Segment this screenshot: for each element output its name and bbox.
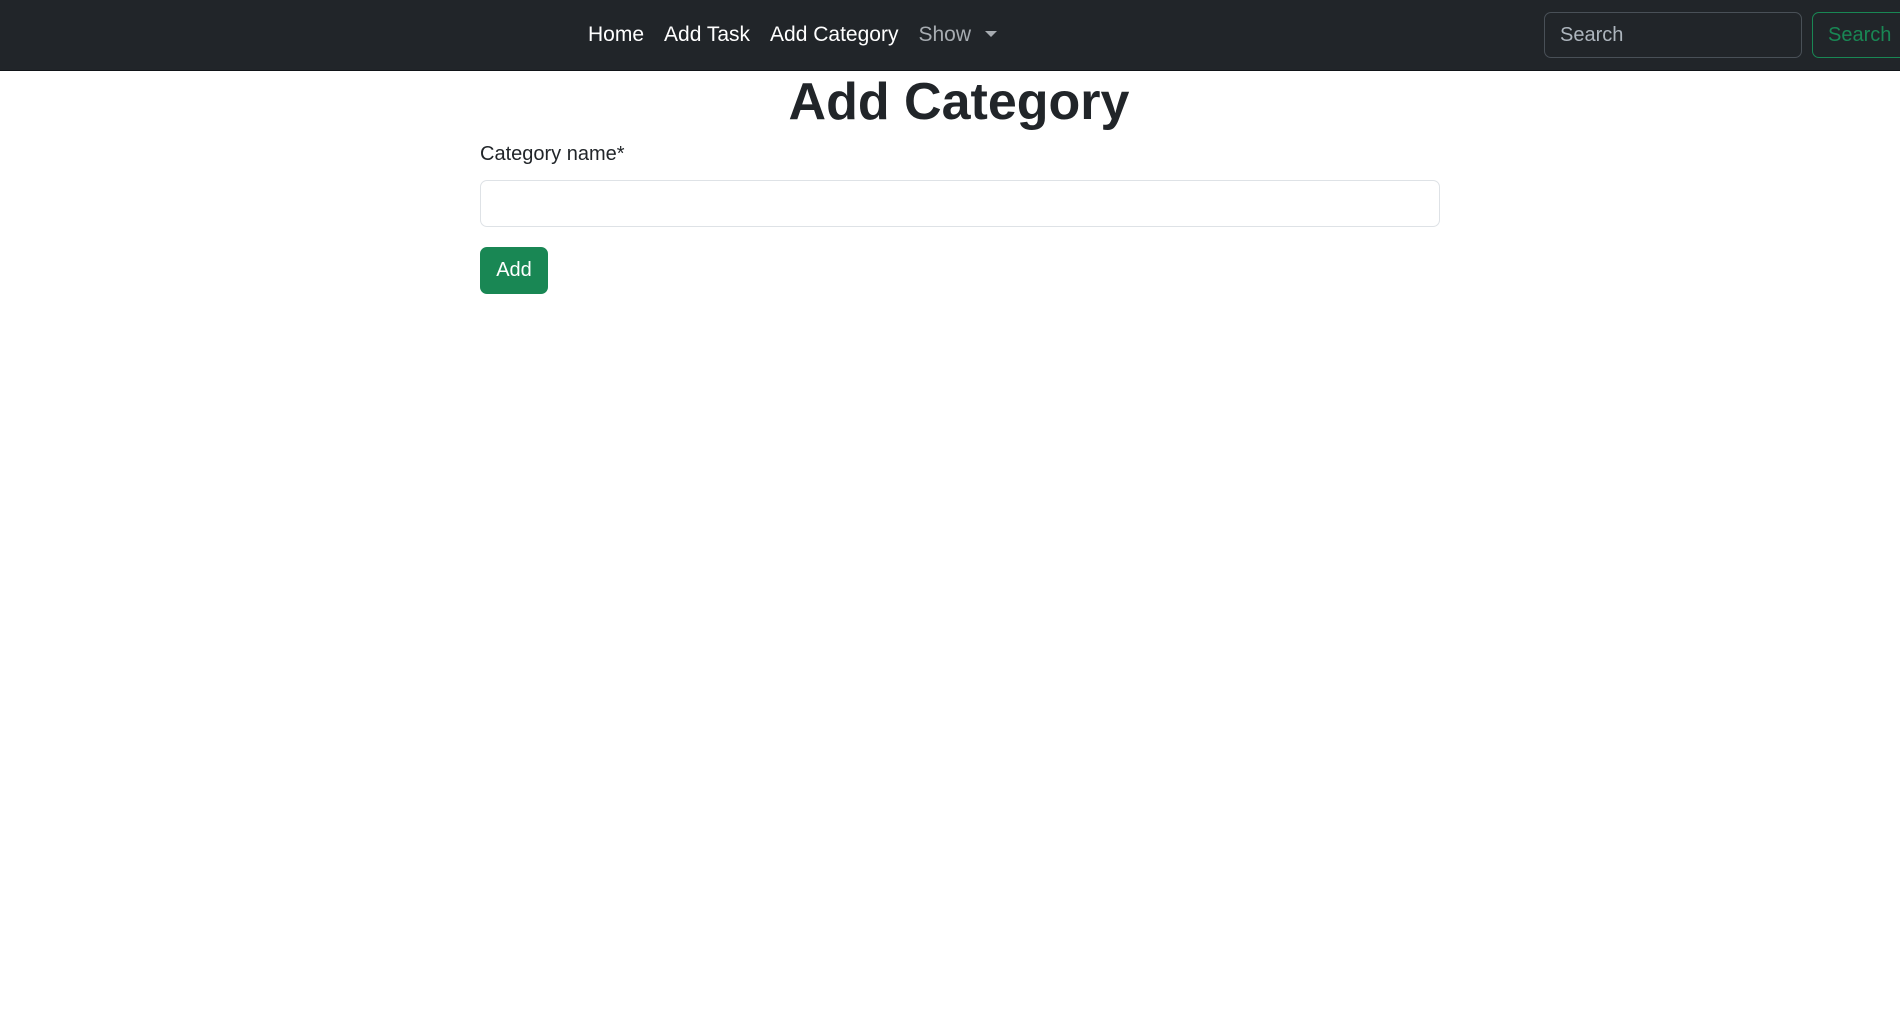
nav-dropdown-show[interactable]: Show [908,23,1007,47]
nav-link-home[interactable]: Home [578,23,654,47]
nav-dropdown-show-label: Show [918,23,971,46]
nav-link-add-category[interactable]: Add Category [760,23,908,47]
search-button[interactable]: Search [1812,12,1900,58]
chevron-down-icon [984,31,997,37]
category-name-input[interactable] [480,180,1440,227]
nav-link-add-task[interactable]: Add Task [654,23,760,47]
add-button[interactable]: Add [480,247,548,294]
category-name-label: Category name* [480,143,625,165]
nav-links: Home Add Task Add Category Show [578,0,1007,70]
page-title: Add Category [788,73,1130,131]
search-input[interactable] [1544,12,1802,58]
top-navbar: Home Add Task Add Category Show Search [0,0,1900,71]
